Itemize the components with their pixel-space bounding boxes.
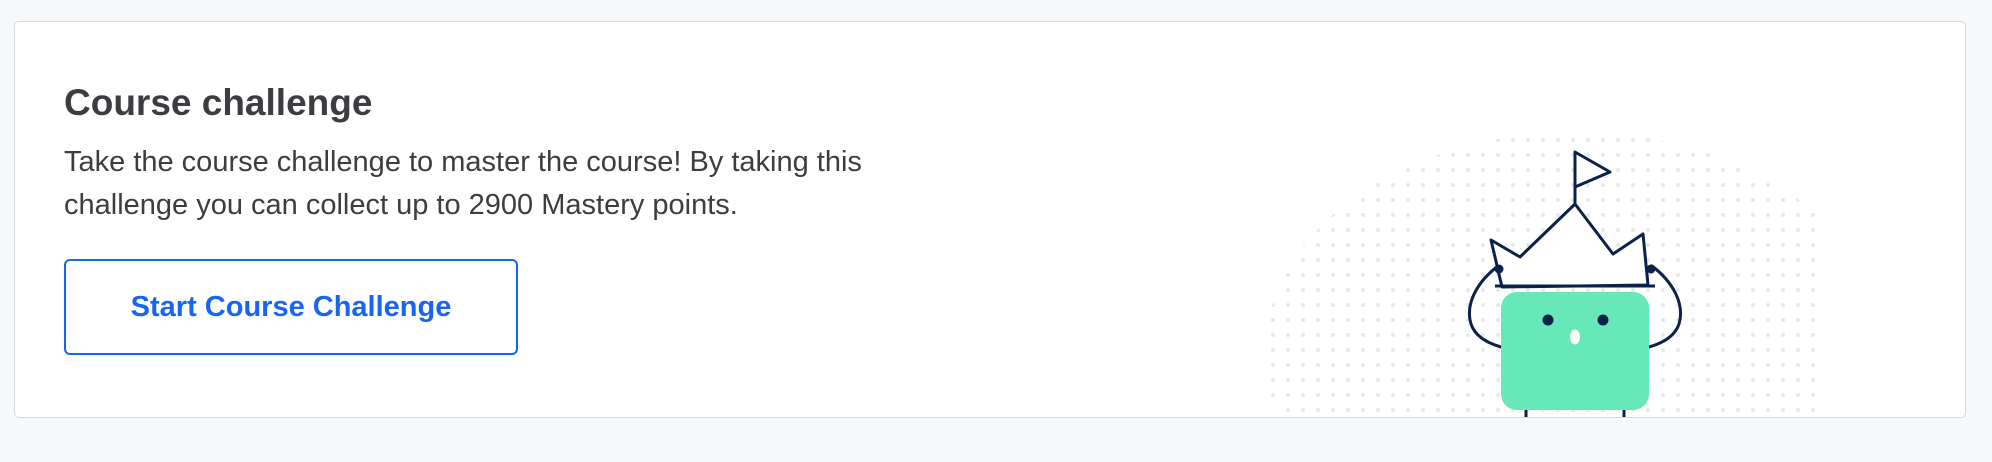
character-right-eye [1597, 314, 1609, 326]
character-left-eye [1542, 314, 1554, 326]
character-body [1501, 292, 1649, 410]
crowned-character-illustration [1265, 132, 1815, 417]
course-challenge-description: Take the course challenge to master the … [64, 146, 862, 221]
start-course-challenge-button[interactable]: Start Course Challenge [64, 259, 518, 355]
character-mouth [1570, 329, 1580, 345]
course-challenge-title: Course challenge [64, 82, 373, 123]
crown-right-jewel [1646, 264, 1656, 274]
course-challenge-card: Course challenge Take the course challen… [14, 21, 1966, 418]
crown-left-jewel [1494, 264, 1504, 274]
course-challenge-text: Course challenge Take the course challen… [64, 80, 964, 227]
